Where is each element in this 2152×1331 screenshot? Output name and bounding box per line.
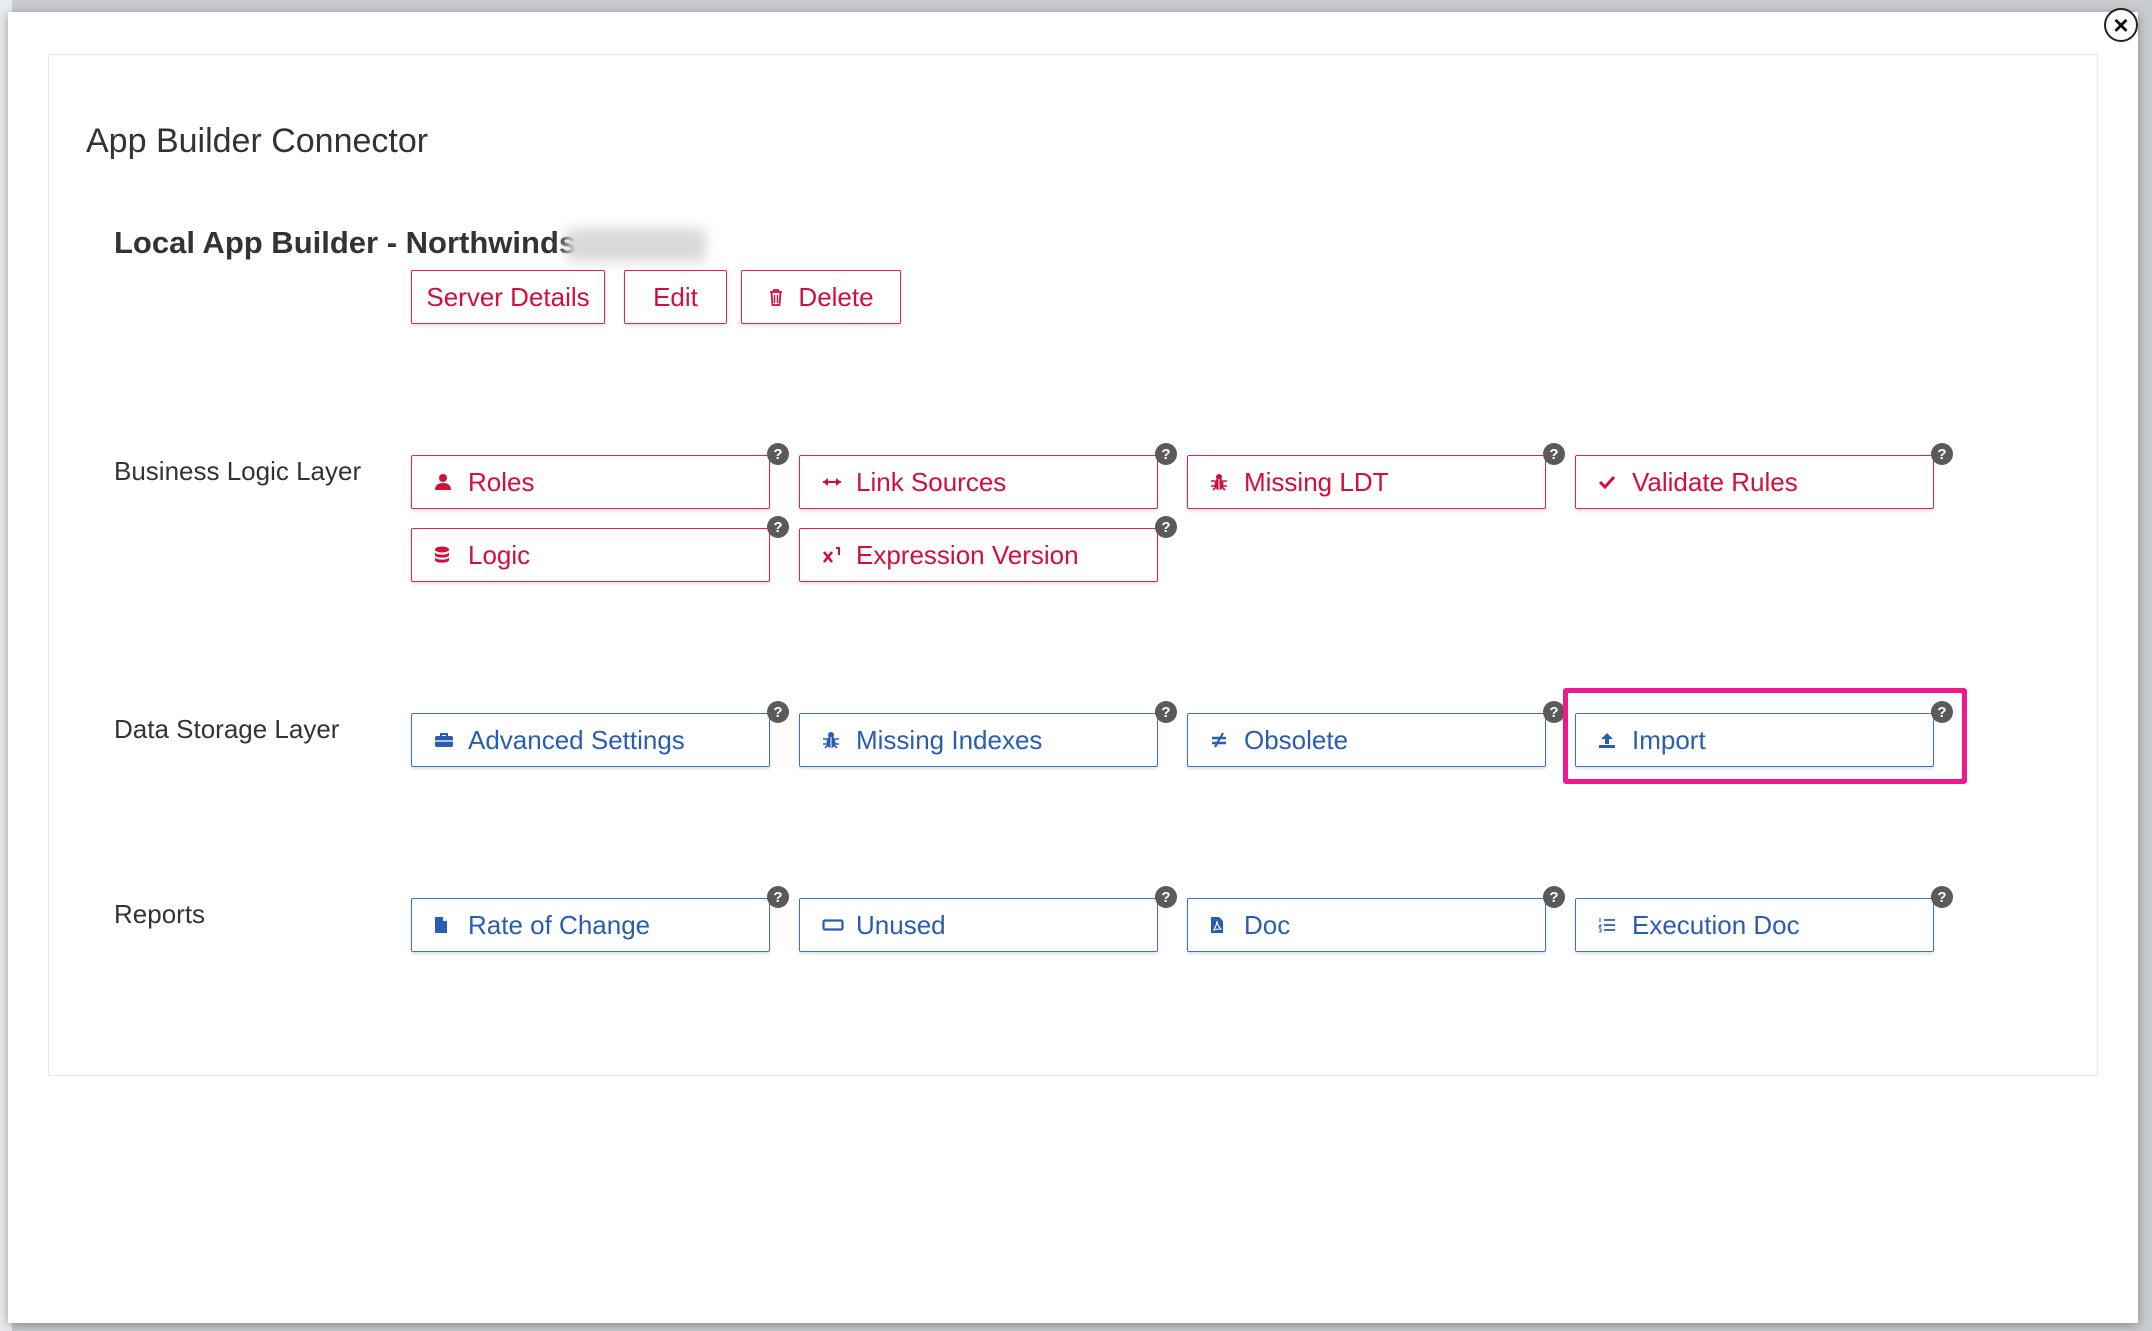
rate-of-change-button[interactable]: Rate of Change (411, 898, 770, 952)
advanced-settings-button[interactable]: Advanced Settings (411, 713, 770, 767)
modal-title: App Builder Connector (86, 122, 429, 160)
question-circle-icon[interactable]: ? (1931, 886, 1953, 908)
missing-indexes-button[interactable]: Missing Indexes (799, 713, 1158, 767)
question-circle-icon[interactable]: ? (1931, 701, 1953, 723)
edit-label: Edit (653, 281, 698, 312)
execution-doc-label: Execution Doc (1632, 909, 1800, 940)
bug-icon (822, 731, 856, 749)
missing-ldt-button[interactable]: Missing LDT (1187, 455, 1546, 509)
question-circle-icon[interactable]: ? (1155, 443, 1177, 465)
unused-button[interactable]: Unused (799, 898, 1158, 952)
import-button[interactable]: Import (1575, 713, 1934, 767)
bug-icon (1210, 473, 1244, 491)
arrows-horizontal-icon (822, 476, 856, 488)
file-icon (434, 916, 468, 934)
link-sources-label: Link Sources (856, 466, 1007, 497)
question-circle-icon[interactable]: ? (1155, 886, 1177, 908)
expression-version-label: Expression Version (856, 539, 1079, 570)
unused-label: Unused (856, 909, 946, 940)
missing-ldt-label: Missing LDT (1244, 466, 1389, 497)
redacted-text (566, 228, 706, 262)
obsolete-button[interactable]: Obsolete (1187, 713, 1546, 767)
check-icon (1598, 475, 1632, 489)
question-circle-icon[interactable]: ? (1931, 443, 1953, 465)
question-circle-icon[interactable]: ? (767, 701, 789, 723)
briefcase-icon (434, 732, 468, 748)
missing-indexes-label: Missing Indexes (856, 724, 1043, 755)
list-ol-icon (1598, 917, 1632, 933)
import-label: Import (1632, 724, 1706, 755)
not-equal-icon (1210, 732, 1244, 748)
trash-icon (768, 288, 798, 306)
server-details-label: Server Details (426, 281, 590, 312)
roles-label: Roles (468, 466, 535, 497)
execution-doc-button[interactable]: Execution Doc (1575, 898, 1934, 952)
link-sources-button[interactable]: Link Sources (799, 455, 1158, 509)
doc-button[interactable]: Doc (1187, 898, 1546, 952)
advanced-settings-label: Advanced Settings (468, 724, 685, 755)
validate-rules-label: Validate Rules (1632, 466, 1798, 497)
expression-version-button[interactable]: Expression Version (799, 528, 1158, 582)
question-circle-icon[interactable]: ? (1155, 701, 1177, 723)
roles-button[interactable]: Roles (411, 455, 770, 509)
superscript-icon (822, 546, 856, 564)
doc-label: Doc (1244, 909, 1291, 940)
logic-button[interactable]: Logic (411, 528, 770, 582)
logic-label: Logic (468, 539, 531, 570)
upload-icon (1598, 731, 1632, 749)
user-icon (434, 473, 468, 491)
rate-of-change-label: Rate of Change (468, 909, 651, 940)
question-circle-icon[interactable]: ? (767, 886, 789, 908)
server-details-button[interactable]: Server Details (411, 270, 605, 324)
connector-name: Local App Builder - Northwinds (114, 225, 577, 260)
question-circle-icon[interactable]: ? (1543, 701, 1565, 723)
question-circle-icon[interactable]: ? (767, 516, 789, 538)
delete-button[interactable]: Delete (741, 270, 901, 324)
section-label-business-logic: Business Logic Layer (114, 456, 362, 486)
edit-button[interactable]: Edit (624, 270, 727, 324)
question-circle-icon[interactable]: ? (767, 443, 789, 465)
close-icon[interactable]: × (2104, 8, 2138, 42)
obsolete-label: Obsolete (1244, 724, 1349, 755)
file-pdf-icon (1210, 916, 1244, 934)
rectangle-icon (822, 918, 856, 932)
question-circle-icon[interactable]: ? (1155, 516, 1177, 538)
validate-rules-button[interactable]: Validate Rules (1575, 455, 1934, 509)
question-circle-icon[interactable]: ? (1543, 886, 1565, 908)
database-icon (434, 546, 468, 564)
section-label-data-storage: Data Storage Layer (114, 714, 340, 744)
section-label-reports: Reports (114, 899, 206, 929)
question-circle-icon[interactable]: ? (1543, 443, 1565, 465)
delete-label: Delete (798, 281, 874, 312)
